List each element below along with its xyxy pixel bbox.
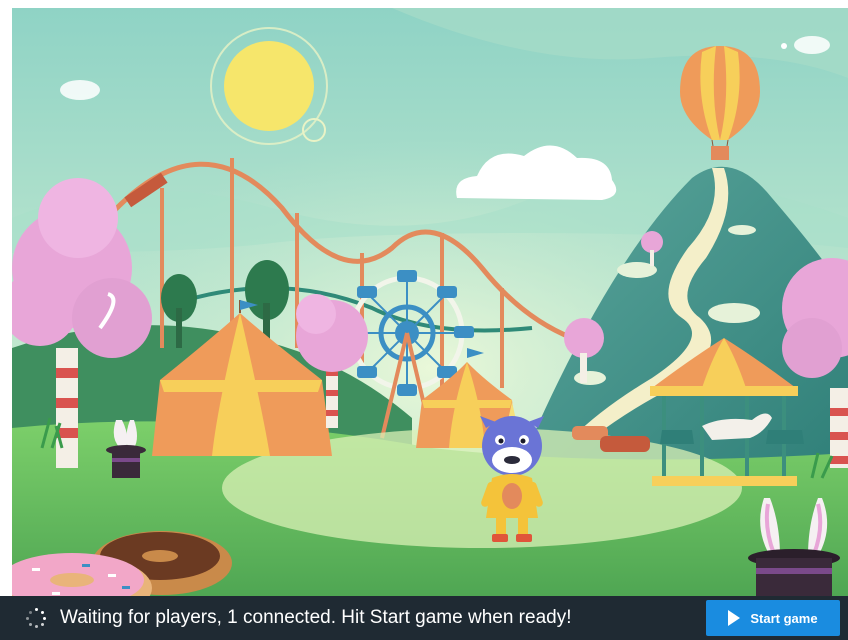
sun-icon	[210, 27, 328, 145]
carnival-scene-illustration	[12, 8, 848, 596]
start-game-button[interactable]: Start game	[706, 600, 840, 636]
status-bar: Waiting for players, 1 connected. Hit St…	[0, 596, 848, 640]
waiting-status-message: Waiting for players, 1 connected. Hit St…	[60, 607, 572, 628]
loading-spinner-icon	[26, 608, 46, 628]
start-game-label: Start game	[750, 610, 818, 626]
play-icon	[728, 610, 741, 626]
game-scene	[12, 8, 848, 596]
